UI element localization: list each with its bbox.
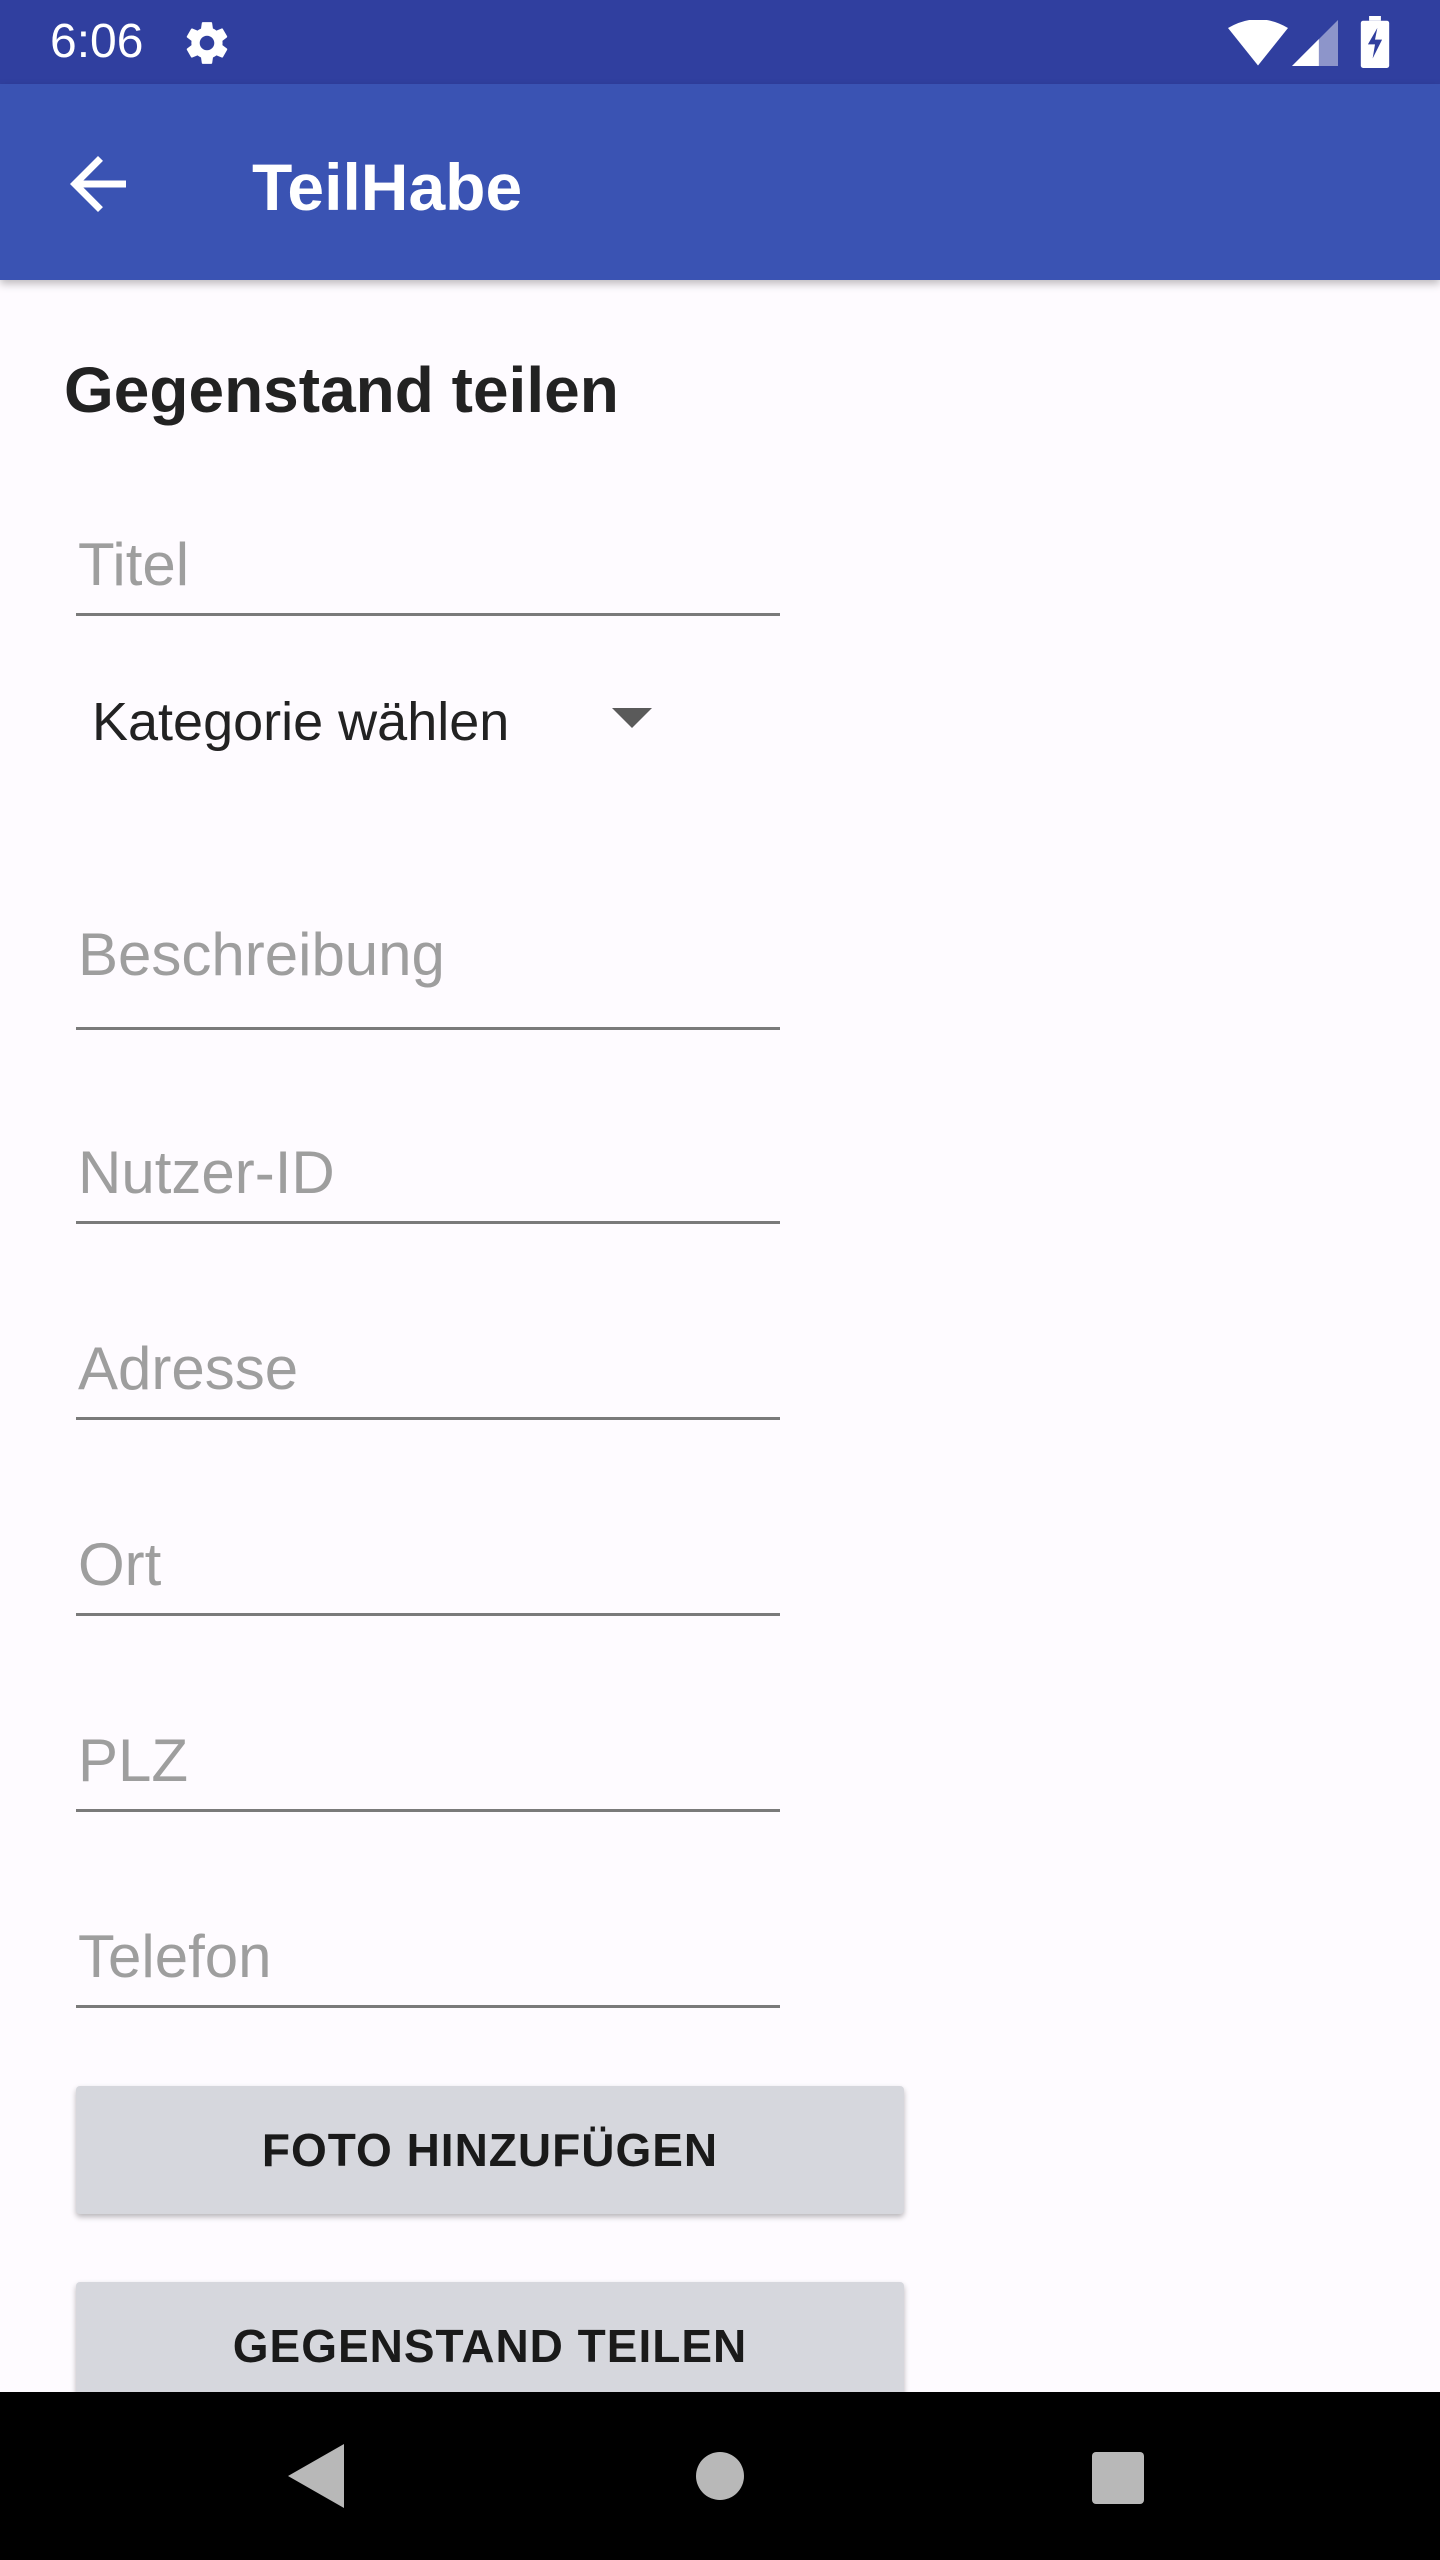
phone-field: [76, 1912, 780, 2008]
user-id-input[interactable]: [78, 1137, 758, 1209]
screen: 6:06 TeilHabe Gegenstand teilen Kat: [0, 0, 1440, 2560]
add-photo-button[interactable]: FOTO HINZUFÜGEN: [76, 2086, 904, 2214]
description-input[interactable]: [78, 919, 758, 991]
title-input[interactable]: [78, 529, 758, 601]
zip-field: [76, 1716, 780, 1812]
zip-input[interactable]: [78, 1725, 758, 1797]
battery-charging-icon: [1360, 16, 1390, 68]
address-input[interactable]: [78, 1333, 758, 1405]
back-button[interactable]: [56, 142, 140, 226]
city-field: [76, 1520, 780, 1616]
address-field: [76, 1324, 780, 1420]
nav-home-icon[interactable]: [696, 2452, 744, 2500]
description-field: [76, 880, 780, 1030]
user-id-field: [76, 1128, 780, 1224]
navigation-bar: [0, 2392, 1440, 2560]
city-input[interactable]: [78, 1529, 758, 1601]
app-bar: TeilHabe: [0, 84, 1440, 280]
category-selected-value: Kategorie wählen: [92, 692, 510, 752]
gear-icon: [186, 22, 228, 64]
page-title: Gegenstand teilen: [64, 354, 619, 426]
category-dropdown[interactable]: Kategorie wählen: [76, 660, 676, 780]
dropdown-arrow-icon: [612, 708, 652, 728]
nav-back-icon[interactable]: [288, 2444, 344, 2508]
status-bar: 6:06: [0, 0, 1440, 84]
title-field: [76, 520, 780, 616]
app-title: TeilHabe: [252, 150, 523, 224]
share-item-button[interactable]: GEGENSTAND TEILEN: [76, 2282, 904, 2410]
arrow-back-icon: [70, 156, 126, 212]
phone-input[interactable]: [78, 1921, 758, 1993]
wifi-icon: [1228, 20, 1288, 66]
status-time: 6:06: [50, 15, 144, 68]
nav-recents-icon[interactable]: [1092, 2452, 1144, 2504]
signal-icon: [1292, 20, 1338, 66]
